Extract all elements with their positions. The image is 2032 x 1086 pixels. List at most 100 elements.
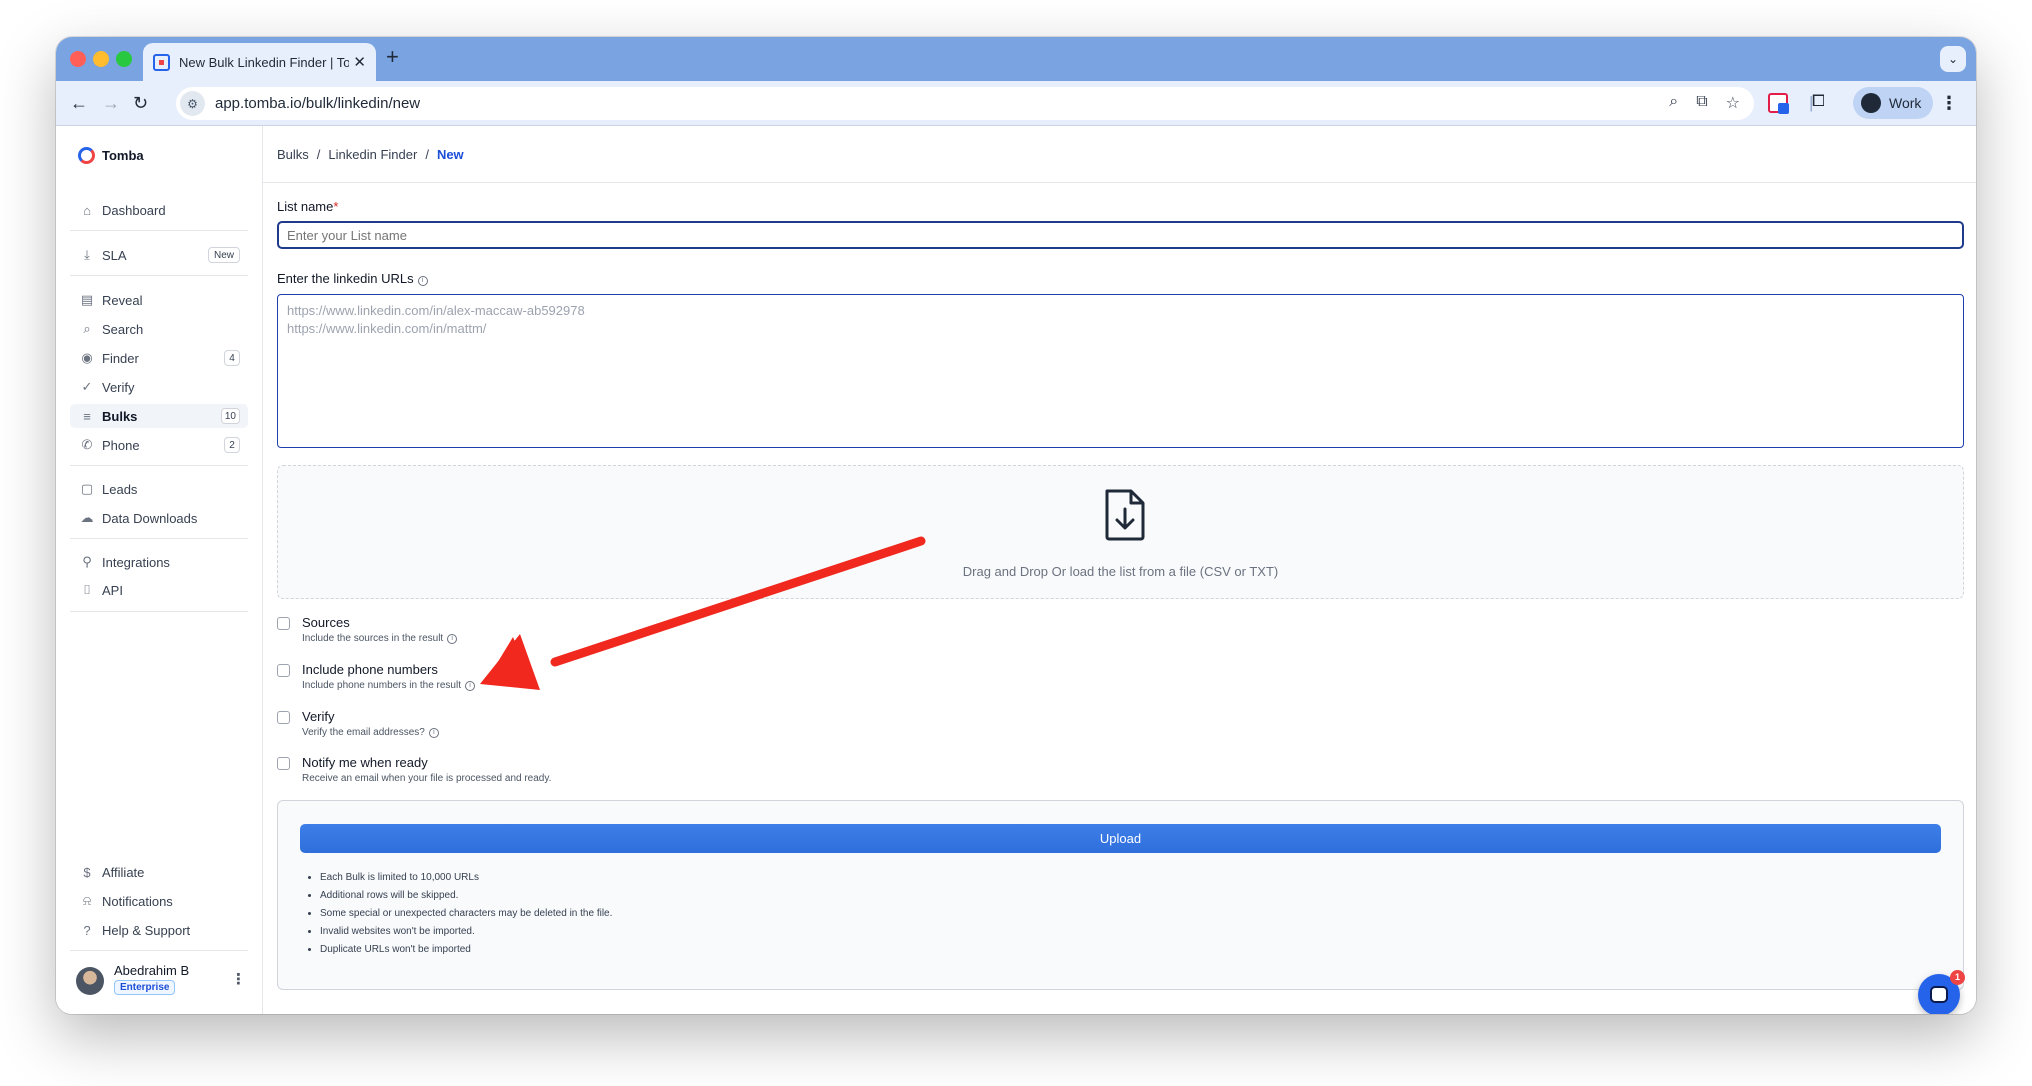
option-verify: Verify Verify the email addresses? i (277, 709, 677, 747)
reload-icon[interactable]: ↻ (133, 91, 148, 115)
sidebar-item-leads[interactable]: ▢ Leads (70, 477, 248, 501)
sidebar-item-finder[interactable]: ◉ Finder 4 (70, 346, 248, 370)
address-bar[interactable]: ⚙ app.tomba.io/bulk/linkedin/new ⌕ ⧉ ☆ (176, 87, 1754, 120)
sidebar-item-notifications[interactable]: ⍾ Notifications (70, 889, 248, 913)
sidebar-item-integrations[interactable]: ⚲ Integrations (70, 550, 248, 574)
minimize-window-button[interactable] (93, 51, 109, 67)
main-content: Bulks / Linkedin Finder / New List name*… (263, 126, 1976, 1014)
forward-arrow-icon[interactable]: → (102, 91, 120, 115)
download-icon: ⤓ (84, 247, 90, 262)
app: Tomba ⌂ Dashboard ⤓ SLA New ▤ Reveal ⌕ S… (56, 126, 1976, 1014)
tab-close-icon[interactable]: ✕ (353, 53, 366, 71)
sidebar-item-data-downloads[interactable]: ☁ Data Downloads (70, 506, 248, 530)
search-icon: ⌕ (83, 321, 91, 336)
close-window-button[interactable] (70, 51, 86, 67)
bell-icon: ⍾ (82, 893, 92, 908)
sidebar-divider (70, 275, 248, 276)
count-badge: 4 (224, 350, 240, 366)
upload-button[interactable]: Upload (300, 824, 1941, 853)
upload-panel: Upload Each Bulk is limited to 10,000 UR… (277, 800, 1964, 990)
info-icon[interactable]: i (465, 681, 475, 691)
breadcrumb-linkedin-finder[interactable]: Linkedin Finder (328, 147, 417, 162)
breadcrumb: Bulks / Linkedin Finder / New (277, 147, 464, 162)
sidebar-item-api[interactable]: ⌷ API (70, 578, 248, 602)
dropzone-text: Drag and Drop Or load the list from a fi… (962, 564, 1279, 579)
option-notify-me: Notify me when ready Receive an email wh… (277, 755, 677, 793)
document-icon: ▤ (80, 292, 94, 307)
option-description: Include the sources in the result i (302, 633, 458, 644)
help-icon: ? (83, 922, 91, 938)
info-icon[interactable]: i (428, 728, 439, 738)
linkedin-urls-textarea[interactable]: https://www.linkedin.com/in/alex-maccaw-… (277, 294, 1964, 448)
site-settings-icon[interactable]: ⚙ (180, 91, 205, 116)
sidebar-item-label: Phone (102, 437, 140, 453)
new-tab-button[interactable]: + (386, 46, 399, 68)
sidebar-item-label: Search (102, 321, 144, 337)
file-download-icon (1105, 489, 1145, 541)
extensions-icon[interactable]: ⧠ (1812, 93, 1825, 111)
sources-checkbox[interactable] (277, 617, 290, 630)
user-profile[interactable]: Abedrahim B Enterprise ⋮ (76, 959, 251, 999)
count-badge: 10 (220, 408, 240, 424)
browser-menu-icon[interactable]: ⋮ (1940, 93, 1958, 114)
back-arrow-icon[interactable]: ← (70, 91, 88, 115)
file-dropzone[interactable]: Drag and Drop Or load the list from a fi… (277, 465, 1964, 599)
user-circle-icon: ◉ (81, 350, 93, 365)
include-phone-numbers-checkbox[interactable] (277, 664, 290, 677)
sidebar-item-verify[interactable]: ✓ Verify (70, 375, 248, 399)
sidebar-item-label: Data Downloads (102, 510, 198, 526)
sidebar-item-affiliate[interactable]: $ Affiliate (70, 860, 248, 884)
profile-button[interactable]: Work (1853, 87, 1933, 119)
browser-window: New Bulk Linkedin Finder | To ✕ + ⌄ ← → … (56, 37, 1976, 1014)
sidebar-divider (70, 465, 248, 466)
tomba-logo-icon (78, 147, 95, 164)
tab-bar: New Bulk Linkedin Finder | To ✕ + ⌄ (56, 37, 1976, 81)
stack-icon: ≡ (83, 408, 91, 424)
browser-toolbar: ← → ↻ ⚙ app.tomba.io/bulk/linkedin/new ⌕… (56, 81, 1976, 126)
user-menu-icon[interactable]: ⋮ (231, 970, 246, 988)
sidebar-divider (70, 538, 248, 539)
notify-me-checkbox[interactable] (277, 757, 290, 770)
new-badge: New (207, 247, 240, 263)
sidebar-item-bulks[interactable]: ≡ Bulks 10 (70, 404, 248, 428)
info-icon[interactable]: i (447, 634, 458, 644)
sidebar-item-label: Leads (102, 481, 138, 497)
bookmark-star-icon[interactable]: ☆ (1726, 93, 1740, 113)
chat-launcher-button[interactable]: 1 (1918, 970, 1965, 1014)
phone-icon: ✆ (81, 437, 93, 452)
sidebar-item-dashboard[interactable]: ⌂ Dashboard (70, 198, 248, 222)
tab-search-chevron-icon[interactable]: ⌄ (1940, 46, 1966, 72)
browser-tab[interactable]: New Bulk Linkedin Finder | To ✕ (143, 43, 376, 81)
info-icon[interactable]: i (417, 276, 428, 286)
upload-notes: Each Bulk is limited to 10,000 URLs Addi… (318, 869, 612, 959)
sidebar-item-help-support[interactable]: ? Help & Support (70, 918, 248, 942)
breadcrumb-bulks[interactable]: Bulks (277, 147, 309, 162)
tomba-logo[interactable]: Tomba (78, 147, 144, 164)
tomba-favicon-icon (153, 53, 170, 71)
list-name-label: List name* (277, 199, 338, 214)
chat-icon (1930, 986, 1948, 1003)
breadcrumb-current: New (436, 147, 464, 162)
sidebar: Tomba ⌂ Dashboard ⤓ SLA New ▤ Reveal ⌕ S… (56, 126, 263, 1014)
zoom-icon[interactable]: ⌕ (1669, 93, 1678, 113)
check-circle-icon: ✓ (81, 379, 93, 394)
plan-badge: Enterprise (114, 980, 176, 995)
sidebar-item-phone[interactable]: ✆ Phone 2 (70, 433, 248, 457)
option-title: Include phone numbers (302, 662, 438, 677)
sidebar-item-label: Help & Support (102, 922, 191, 938)
verify-checkbox[interactable] (277, 711, 290, 724)
option-description: Include phone numbers in the result i (302, 680, 475, 691)
maximize-window-button[interactable] (116, 51, 132, 67)
sidebar-item-search[interactable]: ⌕ Search (70, 317, 248, 341)
unread-badge: 1 (1950, 970, 1965, 985)
code-icon: ⌷ (83, 582, 91, 597)
list-name-input[interactable] (277, 221, 1964, 249)
tomba-extension-icon[interactable] (1768, 93, 1789, 114)
textarea-placeholder-line: https://www.linkedin.com/in/alex-maccaw-… (287, 303, 585, 318)
cloud-icon: ☁ (80, 510, 94, 525)
sidebar-item-sla[interactable]: ⤓ SLA New (70, 243, 248, 267)
sidebar-divider (70, 611, 248, 612)
install-app-icon[interactable]: ⧉ (1696, 93, 1707, 113)
sidebar-item-reveal[interactable]: ▤ Reveal (70, 288, 248, 312)
note-item: Duplicate URLs won't be imported (320, 941, 612, 959)
